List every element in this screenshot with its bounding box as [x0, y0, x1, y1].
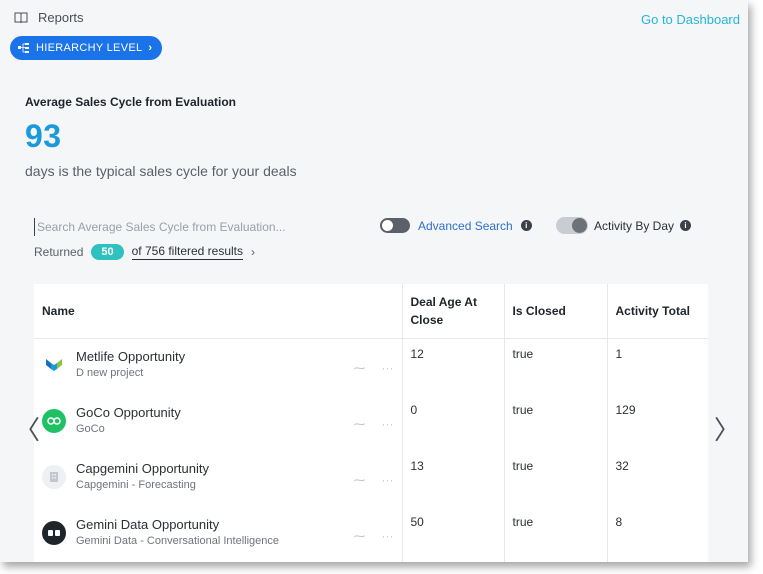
- topbar: Reports: [14, 10, 84, 25]
- table-row[interactable]: Capgemini Opportunity Capgemini - Foreca…: [34, 451, 708, 507]
- opportunity-subtitle: Capgemini - Forecasting: [76, 479, 196, 491]
- activity-pulse-icon[interactable]: ⁓: [354, 529, 366, 543]
- opportunity-name[interactable]: GoCo Opportunity: [76, 405, 344, 420]
- is-closed-cell: true: [504, 451, 608, 507]
- hierarchy-level-button[interactable]: HIERARCHY LEVEL ›: [10, 36, 163, 60]
- column-header-deal-age[interactable]: Deal Age At Close: [402, 284, 505, 339]
- results-summary: Returned 50 of 756 filtered results ›: [34, 244, 255, 260]
- table-row[interactable]: GoCo Opportunity GoCo ⁓ ··· 0 true 129: [34, 395, 708, 451]
- metlife-logo: [42, 353, 66, 377]
- opportunity-name[interactable]: Gemini Data Opportunity: [76, 517, 344, 532]
- chevron-right-icon[interactable]: 〉: [714, 410, 740, 447]
- activity-by-day-label: Activity By Day: [594, 218, 675, 233]
- activity-pulse-icon[interactable]: ⁓: [354, 361, 366, 375]
- more-options-icon[interactable]: ···: [382, 361, 394, 375]
- activity-by-day-control: Activity By Day i: [556, 217, 692, 234]
- filtered-results-link[interactable]: of 756 filtered results: [131, 244, 244, 260]
- page-title: Reports: [38, 10, 84, 25]
- advanced-search-control: Advanced Search i: [380, 218, 532, 233]
- chevron-right-icon: ›: [148, 42, 153, 54]
- info-icon[interactable]: i: [520, 220, 532, 231]
- metric-subtitle: days is the typical sales cycle for your…: [25, 163, 297, 179]
- metric-title: Average Sales Cycle from Evaluation: [25, 95, 236, 109]
- hierarchy-level-label: HIERARCHY LEVEL: [36, 42, 143, 54]
- opportunity-name[interactable]: Capgemini Opportunity: [76, 461, 344, 476]
- is-closed-cell: true: [504, 507, 608, 562]
- activity-pulse-icon[interactable]: ⁓: [354, 473, 366, 487]
- report-frame: Reports Go to Dashboard HIERARCHY LEVEL …: [0, 0, 748, 562]
- results-count-badge: 50: [91, 244, 124, 260]
- advanced-search-toggle[interactable]: [380, 218, 410, 233]
- deal-age-cell: 12: [402, 338, 505, 395]
- column-header-name[interactable]: Name: [34, 284, 403, 339]
- activity-pulse-icon[interactable]: ⁓: [354, 417, 366, 431]
- opportunity-subtitle: GoCo: [76, 423, 105, 435]
- chevron-right-icon[interactable]: ›: [251, 245, 255, 259]
- is-closed-cell: true: [504, 395, 608, 451]
- metric-value: 93: [25, 118, 62, 154]
- hierarchy-icon: [18, 43, 29, 53]
- book-icon: [14, 12, 28, 23]
- returned-label: Returned: [34, 245, 84, 259]
- activity-total-cell: 8: [615, 515, 623, 529]
- opportunity-name[interactable]: Metlife Opportunity: [76, 349, 344, 364]
- activity-by-day-toggle[interactable]: [556, 217, 588, 234]
- activity-total-cell: 32: [615, 459, 629, 473]
- advanced-search-label[interactable]: Advanced Search: [418, 219, 513, 233]
- activity-total-cell: 129: [615, 403, 636, 417]
- more-options-icon[interactable]: ···: [382, 529, 394, 543]
- opportunity-subtitle: D new project: [76, 367, 144, 379]
- more-options-icon[interactable]: ···: [382, 417, 394, 431]
- opportunity-subtitle: Gemini Data - Conversational Intelligenc…: [76, 535, 279, 547]
- deal-age-cell: 0: [402, 395, 505, 451]
- activity-total-cell: 1: [615, 347, 623, 361]
- column-header-is-closed[interactable]: Is Closed: [504, 284, 608, 339]
- deal-age-cell: 50: [402, 507, 505, 562]
- go-to-dashboard-link[interactable]: Go to Dashboard: [641, 12, 740, 27]
- more-options-icon[interactable]: ···: [382, 473, 394, 487]
- search-input[interactable]: [34, 218, 299, 236]
- gemini-data-logo: [42, 521, 66, 545]
- results-table: Name Deal Age At Close Is Closed Activit…: [34, 284, 708, 562]
- info-icon[interactable]: i: [680, 220, 692, 231]
- deal-age-cell: 13: [402, 451, 505, 507]
- building-icon: [42, 465, 66, 489]
- chevron-left-icon[interactable]: 〈: [14, 410, 40, 447]
- table-row[interactable]: Metlife Opportunity D new project ⁓ ··· …: [34, 338, 708, 395]
- table-header-row: Name Deal Age At Close Is Closed Activit…: [34, 284, 708, 339]
- goco-logo: [42, 409, 66, 433]
- column-header-activity-total[interactable]: Activity Total: [607, 284, 708, 339]
- is-closed-cell: true: [504, 338, 608, 395]
- table-row[interactable]: Gemini Data Opportunity Gemini Data - Co…: [34, 507, 708, 562]
